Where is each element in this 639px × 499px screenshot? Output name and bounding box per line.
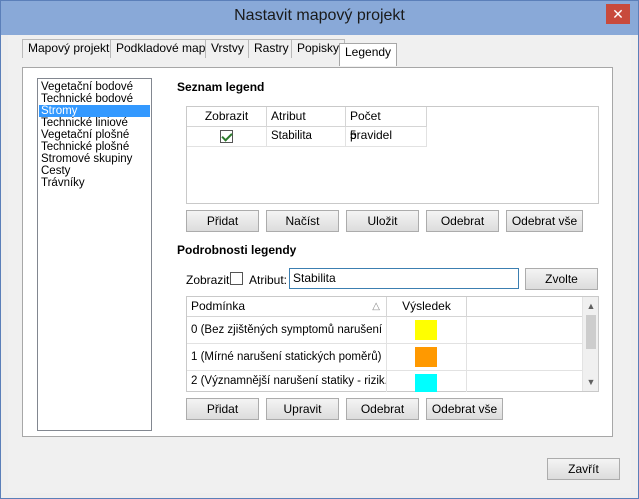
rule-condition-cell[interactable]: 1 (Mírné narušení statických poměrů) bbox=[187, 344, 387, 370]
title-bar: Nastavit mapový projekt ✕ bbox=[1, 1, 638, 35]
attribute-field[interactable]: Stabilita bbox=[289, 268, 519, 289]
show-checkbox[interactable] bbox=[230, 272, 243, 285]
rules-grid[interactable]: Podmínka △ Výsledek 0 (Bez zjištěných sy… bbox=[186, 296, 599, 392]
tab-legendy[interactable]: Legendy bbox=[339, 43, 398, 66]
rules-scrollbar[interactable]: ▲ ▼ bbox=[582, 297, 598, 391]
legend-attribute-cell[interactable]: Stabilita bbox=[267, 127, 346, 146]
dialog-client-area: Mapový projekt Podkladové mapy Vrstvy Ra… bbox=[8, 35, 631, 493]
list-item[interactable]: Stromové skupiny bbox=[39, 153, 150, 165]
tab-popisky[interactable]: Popisky bbox=[291, 39, 346, 58]
rule-result-cell[interactable] bbox=[387, 317, 467, 343]
rule-condition-cell[interactable]: 0 (Bez zjištěných symptomů narušení ... bbox=[187, 317, 387, 343]
tab-rastry[interactable]: Rastry bbox=[248, 39, 295, 58]
dialog-window: Nastavit mapový projekt ✕ Mapový projekt… bbox=[0, 0, 639, 499]
show-label: Zobrazit bbox=[186, 273, 230, 287]
list-item[interactable]: Technické plošné bbox=[39, 141, 150, 153]
load-legend-button[interactable]: Načíst bbox=[266, 210, 339, 232]
legend-tab-panel: Vegetační bodové Technické bodové Stromy… bbox=[22, 67, 613, 437]
list-item[interactable]: Cesty bbox=[39, 165, 150, 177]
add-legend-button[interactable]: Přidat bbox=[186, 210, 259, 232]
column-header-attribute[interactable]: Atribut bbox=[267, 107, 346, 126]
legend-rule-count-cell[interactable]: 5 bbox=[346, 127, 427, 146]
show-legend-checkbox[interactable] bbox=[220, 130, 233, 143]
remove-rule-button[interactable]: Odebrat bbox=[346, 398, 419, 420]
add-rule-button[interactable]: Přidat bbox=[186, 398, 259, 420]
list-item[interactable]: Trávníky bbox=[39, 177, 150, 189]
save-legend-button[interactable]: Uložit bbox=[346, 210, 419, 232]
list-item[interactable]: Technické bodové bbox=[39, 93, 150, 105]
sort-ascending-icon: △ bbox=[372, 301, 380, 312]
close-button[interactable]: Zavřít bbox=[547, 458, 620, 480]
edit-rule-button[interactable]: Upravit bbox=[266, 398, 339, 420]
rule-result-cell[interactable] bbox=[387, 344, 467, 370]
remove-all-rules-button[interactable]: Odebrat vše bbox=[426, 398, 503, 420]
scroll-thumb[interactable] bbox=[586, 315, 596, 349]
rule-result-cell[interactable] bbox=[387, 371, 467, 392]
scroll-up-icon[interactable]: ▲ bbox=[584, 299, 598, 313]
list-item[interactable]: Technické liniové bbox=[39, 117, 150, 129]
list-item[interactable]: Vegetační plošné bbox=[39, 129, 150, 141]
color-swatch bbox=[415, 320, 437, 340]
column-header-show[interactable]: Zobrazit bbox=[187, 107, 267, 126]
list-item[interactable]: Vegetační bodové bbox=[39, 81, 150, 93]
layer-list[interactable]: Vegetační bodové Technické bodové Stromy… bbox=[37, 78, 152, 431]
color-swatch bbox=[415, 374, 437, 392]
legend-detail-title: Podrobnosti legendy bbox=[177, 243, 297, 257]
column-header-rule-count[interactable]: Počet pravidel bbox=[346, 107, 427, 142]
scroll-down-icon[interactable]: ▼ bbox=[584, 375, 598, 389]
column-header-result[interactable]: Výsledek bbox=[387, 297, 467, 316]
close-icon[interactable]: ✕ bbox=[606, 4, 630, 24]
remove-legend-button[interactable]: Odebrat bbox=[426, 210, 499, 232]
attribute-label: Atribut: bbox=[249, 273, 288, 287]
remove-all-legends-button[interactable]: Odebrat vše bbox=[506, 210, 583, 232]
column-header-condition[interactable]: Podmínka △ bbox=[187, 297, 387, 316]
color-swatch bbox=[415, 347, 437, 367]
legend-list-grid[interactable]: Zobrazit Atribut Počet pravidel Stabilit… bbox=[186, 106, 599, 204]
legend-list-title: Seznam legend bbox=[177, 80, 265, 94]
window-title: Nastavit mapový projekt bbox=[234, 7, 405, 24]
tab-podkladove-mapy[interactable]: Podkladové mapy bbox=[110, 39, 218, 58]
table-row[interactable] bbox=[187, 127, 267, 146]
choose-attribute-button[interactable]: Zvolte bbox=[525, 268, 598, 290]
list-item[interactable]: Stromy bbox=[39, 105, 150, 117]
tab-mapovy-projekt[interactable]: Mapový projekt bbox=[22, 39, 116, 58]
tab-vrstvy[interactable]: Vrstvy bbox=[205, 39, 250, 58]
rule-condition-cell[interactable]: 2 (Významnější narušení statiky - rizik.… bbox=[187, 371, 387, 392]
